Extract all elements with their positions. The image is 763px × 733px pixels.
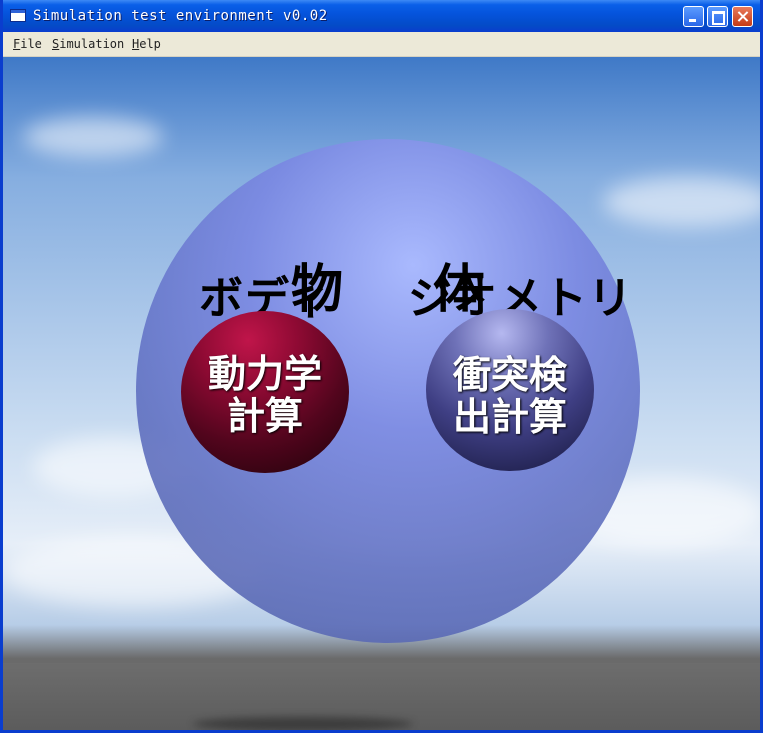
menu-bar: File Simulation Help xyxy=(3,32,760,57)
dynamics-line1: 動力学 xyxy=(207,352,322,396)
title-bar[interactable]: Simulation test environment v0.02 xyxy=(3,0,760,32)
cloud xyxy=(603,177,760,227)
maximize-button[interactable] xyxy=(707,6,728,27)
collision-sphere[interactable]: 衝突検 出計算 xyxy=(426,309,594,471)
dynamics-label: 動力学 計算 xyxy=(181,353,349,437)
menu-simulation[interactable]: Simulation xyxy=(52,37,124,51)
collision-label: 衝突検 出計算 xyxy=(426,354,594,438)
simulation-viewport[interactable]: 物 体 ボディ ジオメトリ 動力学 計算 衝突検 出計算 xyxy=(3,57,760,730)
minimize-button[interactable] xyxy=(683,6,704,27)
app-window: Simulation test environment v0.02 File S… xyxy=(0,0,763,733)
app-icon[interactable] xyxy=(10,9,26,22)
sphere-shadow xyxy=(193,717,413,730)
collision-line1: 衝突検 xyxy=(452,353,567,397)
close-button[interactable] xyxy=(732,6,753,27)
window-title: Simulation test environment v0.02 xyxy=(33,8,328,24)
dynamics-line2: 計算 xyxy=(226,394,303,438)
cloud xyxy=(23,117,163,157)
menu-file[interactable]: File xyxy=(13,37,42,51)
menu-help[interactable]: Help xyxy=(132,37,161,51)
dynamics-sphere[interactable]: 動力学 計算 xyxy=(181,311,349,473)
collision-line2: 出計算 xyxy=(452,395,567,439)
